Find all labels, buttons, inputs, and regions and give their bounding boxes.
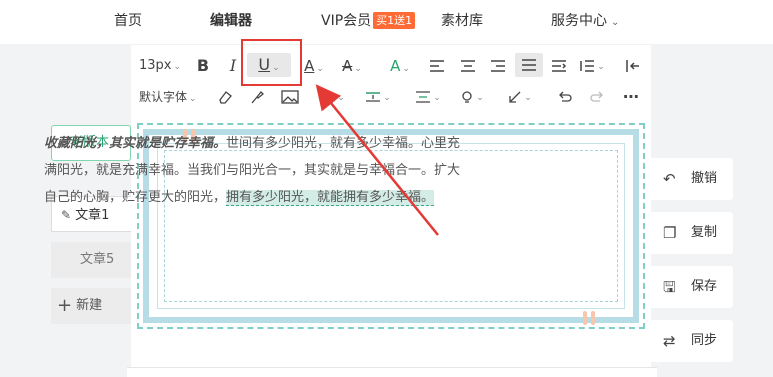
- copy-label: 复制: [691, 225, 718, 240]
- undo-label: 撤销: [691, 171, 718, 186]
- undo-button[interactable]: ↶ 撤销: [651, 158, 733, 200]
- save-icon: 🖫: [663, 278, 676, 296]
- indent-icon: [552, 59, 567, 72]
- strikethrough-button[interactable]: A ⌄: [335, 54, 369, 78]
- vip-promo-badge: 买1送1: [373, 12, 416, 29]
- chevron-down-icon: ⌄: [433, 93, 441, 103]
- exit-icon: [626, 59, 639, 72]
- divider-button[interactable]: ⌄: [361, 85, 395, 109]
- editor-toolbar: 13px ⌄ B I U ⌄ A ⌄ A ⌄ A ⌄ ⌄ 默认字体 ⌄ ⌄ ⌄ ⌄ ⌄ ⌄ …: [131, 45, 651, 117]
- bulb-button[interactable]: ⌄: [457, 85, 487, 109]
- lightbulb-icon: [462, 90, 472, 103]
- undo-icon: ↶: [663, 170, 676, 188]
- bold-button[interactable]: B: [193, 54, 213, 78]
- font-size-select[interactable]: 13px ⌄: [139, 54, 187, 78]
- justify-button[interactable]: [515, 53, 543, 77]
- eraser-button[interactable]: [215, 85, 235, 109]
- font-color-button[interactable]: A ⌄: [297, 54, 331, 78]
- copy-icon: ❐: [663, 224, 677, 242]
- copy-button[interactable]: ❐ 复制: [651, 212, 733, 254]
- nav-service-label: 服务中心: [551, 13, 607, 29]
- plus-icon: +: [57, 295, 73, 316]
- more-icon: ⋯: [623, 87, 639, 106]
- font-family-select[interactable]: 默认字体 ⌄: [139, 85, 205, 109]
- chevron-down-icon: ⌄: [189, 94, 197, 104]
- arrow-tool-button[interactable]: ⌄: [505, 85, 535, 109]
- format-painter-button[interactable]: [247, 85, 267, 109]
- more-button[interactable]: ⋯: [621, 85, 641, 109]
- justify-icon: [522, 58, 536, 71]
- sync-icon: ⇄: [663, 332, 676, 350]
- image-button[interactable]: [279, 85, 301, 109]
- chevron-down-icon: ⌄: [383, 93, 391, 103]
- font-color-icon: A: [304, 57, 315, 75]
- eraser-icon: [219, 90, 232, 104]
- save-label: 保存: [691, 279, 718, 294]
- redo-toolbar-button[interactable]: [587, 85, 607, 109]
- text-effect-icon: A: [390, 57, 401, 75]
- brush-icon: [251, 90, 264, 103]
- chevron-down-icon: ⌄: [611, 17, 620, 28]
- background-color-button[interactable]: ⌄: [315, 85, 349, 109]
- paragraph-bold-text: 收藏阳光，其实就是贮存幸福。: [44, 136, 227, 151]
- nav-editor[interactable]: 编辑器: [210, 12, 252, 30]
- chevron-down-icon: ⌄: [402, 64, 410, 74]
- nav-vip[interactable]: VIP会员 买1送1: [321, 12, 416, 30]
- nav-vip-label: VIP会员: [321, 13, 372, 29]
- new-article-button[interactable]: + 新建: [51, 288, 131, 324]
- font-size-value: 13px: [139, 58, 172, 73]
- align-left-button[interactable]: [427, 54, 447, 78]
- top-nav: 首页 编辑器 VIP会员 买1送1 素材库 服务中心 ⌄: [0, 0, 773, 44]
- chevron-down-icon: ⌄: [524, 93, 532, 103]
- fill-color-icon: [321, 90, 334, 103]
- chevron-down-icon: ⌄: [337, 93, 345, 103]
- chevron-down-icon: ⌄: [316, 64, 324, 74]
- new-article-label: 新建: [76, 298, 103, 313]
- line-height-button[interactable]: ⌄: [577, 54, 607, 78]
- redo-icon: [590, 91, 603, 102]
- align-center-icon: [461, 59, 475, 72]
- undo-icon: [559, 91, 572, 102]
- arrow-icon: [509, 91, 521, 103]
- paragraph-highlight-text: 拥有多少阳光，就能拥有多少幸福。: [226, 190, 435, 206]
- spacing-button[interactable]: ⌄: [411, 85, 445, 109]
- chevron-down-icon: ⌄: [354, 64, 362, 74]
- frame-decoration: [591, 311, 595, 325]
- align-right-icon: [491, 59, 505, 72]
- chevron-down-icon: ⌄: [597, 62, 605, 72]
- spacing-icon: [416, 90, 431, 103]
- exit-button[interactable]: [623, 54, 643, 78]
- nav-home[interactable]: 首页: [114, 12, 142, 30]
- text-effect-button[interactable]: A ⌄: [383, 54, 417, 78]
- chevron-down-icon: ⌄: [173, 62, 182, 72]
- divider-icon: [366, 91, 381, 102]
- editor-panel: 13px ⌄ B I U ⌄ A ⌄ A ⌄ A ⌄ ⌄ 默认字体 ⌄ ⌄ ⌄ ⌄ ⌄ ⌄ …: [131, 45, 651, 377]
- align-left-icon: [430, 59, 444, 72]
- nav-service[interactable]: 服务中心 ⌄: [551, 12, 619, 32]
- undo-toolbar-button[interactable]: [555, 85, 575, 109]
- italic-button[interactable]: I: [223, 54, 243, 78]
- nav-materials[interactable]: 素材库: [441, 12, 483, 30]
- align-center-button[interactable]: [458, 54, 478, 78]
- frame-decoration: [583, 311, 587, 325]
- chevron-down-icon: ⌄: [476, 93, 484, 103]
- align-right-button[interactable]: [488, 54, 508, 78]
- editor-bottom-bar: [127, 367, 657, 377]
- sync-button[interactable]: ⇄ 同步: [651, 320, 733, 362]
- article-item-5[interactable]: 文章5: [51, 242, 131, 278]
- font-family-value: 默认字体: [139, 90, 188, 104]
- image-icon: [281, 89, 299, 104]
- content-paragraph[interactable]: 收藏阳光，其实就是贮存幸福。世间有多少阳光，就有多少幸福。心里充满阳光，就是充满…: [44, 130, 470, 211]
- indent-button[interactable]: [549, 54, 569, 78]
- save-button[interactable]: 🖫 保存: [651, 266, 733, 308]
- strikethrough-icon: A: [342, 57, 353, 75]
- line-height-icon: [580, 59, 595, 72]
- annotation-highlight-box: [241, 39, 302, 86]
- sync-label: 同步: [691, 333, 718, 348]
